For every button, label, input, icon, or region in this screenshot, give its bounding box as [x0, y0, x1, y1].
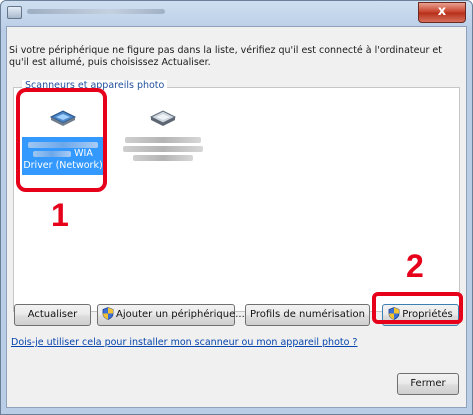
scanner-window-icon	[7, 6, 22, 19]
add-device-button[interactable]: Ajouter un périphérique...	[97, 304, 245, 326]
device-name-blurred	[120, 137, 206, 161]
blurred-name-line	[133, 155, 193, 161]
add-device-label: Ajouter un périphérique...	[116, 309, 245, 320]
blurred-name-line	[125, 137, 201, 143]
scan-profiles-button[interactable]: Profils de numérisation	[245, 304, 370, 326]
blurred-name-line	[123, 146, 203, 152]
dialog-body: Si votre périphérique ne figure pas dans…	[6, 26, 467, 408]
help-link[interactable]: Dois-je utiliser cela pour installer mon…	[11, 337, 357, 348]
highlight-properties	[372, 292, 463, 324]
window-title-blurred	[27, 9, 165, 14]
refresh-button[interactable]: Actualiser	[14, 304, 91, 326]
scanner-icon	[149, 110, 177, 126]
close-icon: x	[437, 4, 447, 19]
title-bar[interactable]: x	[1, 1, 472, 25]
uac-shield-icon	[102, 307, 114, 320]
callout-number-2: 2	[406, 248, 424, 284]
close-button[interactable]: Fermer	[397, 373, 459, 395]
instructions-text: Si votre périphérique ne figure pas dans…	[9, 45, 442, 68]
scanner-dialog: x Si votre périphérique ne figure pas da…	[0, 0, 473, 415]
highlight-device	[16, 88, 107, 192]
close-window-button[interactable]: x	[418, 2, 466, 23]
callout-number-1: 1	[51, 197, 69, 233]
device-item-2[interactable]	[120, 102, 206, 161]
